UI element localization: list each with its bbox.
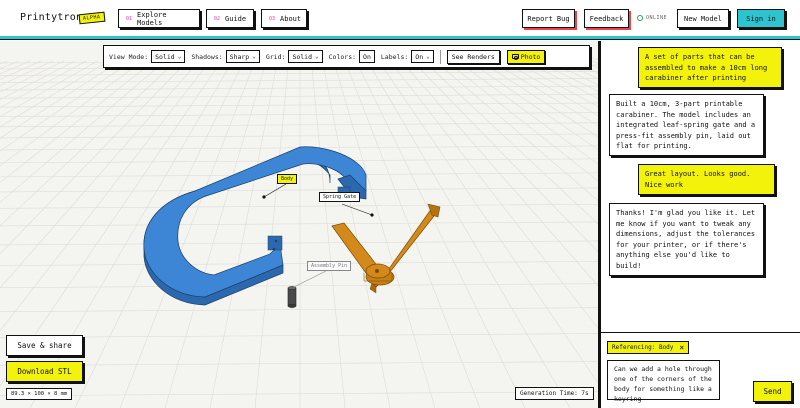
nav-label: Guide <box>225 14 247 23</box>
grid-select[interactable]: Solid ⌄ <box>288 50 323 63</box>
referencing-chip[interactable]: Referencing: Body × <box>607 341 690 354</box>
view-mode-value: Solid <box>155 52 175 61</box>
chevron-down-icon: ⌄ <box>315 53 319 60</box>
referencing-text: Referencing: Body <box>612 344 674 351</box>
send-button[interactable]: Send <box>753 381 792 402</box>
nav-about[interactable]: 03 About <box>261 9 307 28</box>
spring-gate-label[interactable]: Spring Gate <box>319 192 361 202</box>
new-model-button[interactable]: New Model <box>677 9 729 28</box>
spring-gate-part[interactable] <box>331 203 441 294</box>
view-mode-label: View Mode: <box>109 52 149 61</box>
chevron-down-icon: ⌄ <box>177 53 182 60</box>
see-renders-button[interactable]: See Renders <box>446 49 500 64</box>
shadows-value: Sharp <box>229 52 250 61</box>
shadows-select[interactable]: Sharp ⌄ <box>225 50 260 63</box>
assembly-pin-part[interactable] <box>287 286 297 308</box>
camera-icon <box>511 54 519 60</box>
view-toolbar: View Mode: Solid ⌄ Shadows: Sharp ⌄ Grid: … <box>103 45 590 68</box>
status-text: ONLINE <box>646 15 668 21</box>
body-label[interactable]: Body <box>277 174 298 184</box>
online-status: ONLINE <box>637 15 667 21</box>
labels-label: Labels: <box>380 52 409 61</box>
download-stl-button[interactable]: Download STL <box>6 361 83 382</box>
sign-in-button[interactable]: Sign in <box>737 9 785 28</box>
chat-message-assistant: Built a 10cm, 3-part printable carabiner… <box>609 94 764 156</box>
chat-message-user: Great layout. Looks good. Nice work <box>638 164 775 195</box>
status-dot-icon <box>637 15 643 21</box>
nav-label: Explore Models <box>137 10 167 27</box>
view-mode-select[interactable]: Solid ⌄ <box>151 50 186 63</box>
nav-number: 01 <box>126 15 133 22</box>
chat-input-divider <box>601 332 800 333</box>
header-accent-line <box>0 36 800 40</box>
chat-message-user: A set of parts that can be assembled to … <box>638 47 782 88</box>
scene-canvas[interactable] <box>0 41 598 408</box>
body-label-leader <box>263 183 287 198</box>
nav-guide[interactable]: 02 Guide <box>206 9 254 28</box>
nav-number: 02 <box>214 15 221 22</box>
pin-label-leader <box>293 270 327 288</box>
nav-explore-models[interactable]: 01 Explore Models <box>118 9 200 28</box>
close-icon[interactable]: × <box>679 343 684 352</box>
labels-select[interactable]: On ⌄ <box>411 50 434 63</box>
colors-toggle[interactable]: On <box>359 50 375 63</box>
floor-grid <box>0 58 598 408</box>
grid-value: Solid <box>292 52 313 61</box>
colors-value: On <box>363 52 371 61</box>
chevron-down-icon: ⌄ <box>252 53 256 60</box>
body-label-anchor <box>262 195 266 199</box>
gate-label-anchor <box>370 213 374 217</box>
grid-label: Grid: <box>265 52 286 61</box>
3d-viewport[interactable]: View Mode: Solid ⌄ Shadows: Sharp ⌄ Grid: … <box>0 41 598 408</box>
nav-label: About <box>280 14 302 23</box>
photo-label: Photo <box>520 52 541 61</box>
generation-time: Generation Time: 7s <box>515 387 594 400</box>
chat-message-assistant: Thanks! I'm glad you like it. Let me kno… <box>609 203 764 276</box>
colors-label: Colors: <box>328 52 357 61</box>
top-bar: Printytron ALPHA 01 Explore Models 02 Gu… <box>0 0 800 37</box>
alpha-badge: ALPHA <box>78 11 106 25</box>
dimensions-readout: 89.3 × 100 × 8 mm <box>6 388 73 400</box>
feedback-button[interactable]: Feedback <box>584 9 629 28</box>
save-share-button[interactable]: Save & share <box>6 335 83 356</box>
photo-button[interactable]: Photo <box>506 49 546 64</box>
labels-value: On <box>415 52 424 61</box>
chevron-down-icon: ⌄ <box>426 53 430 60</box>
shadows-label: Shadows: <box>191 52 223 61</box>
assembly-pin-label[interactable]: Assembly Pin <box>307 261 352 271</box>
nav-number: 03 <box>269 15 276 22</box>
app-logo[interactable]: Printytron <box>20 12 82 23</box>
chat-input[interactable]: Can we add a hole through one of the cor… <box>607 360 720 403</box>
report-bug-button[interactable]: Report Bug <box>522 9 575 28</box>
toolbar-divider <box>439 49 441 64</box>
